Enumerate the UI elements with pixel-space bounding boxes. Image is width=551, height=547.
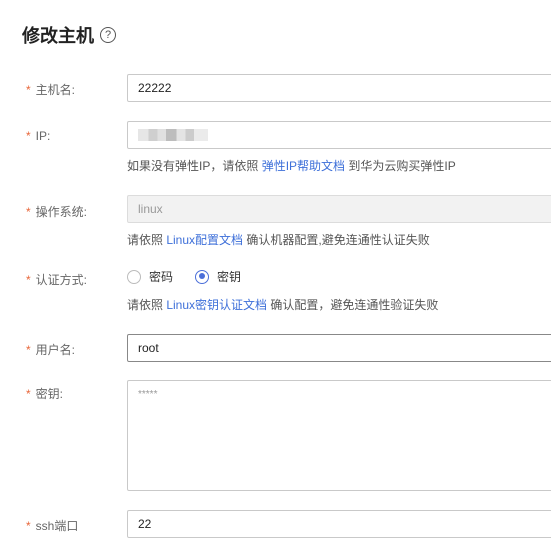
os-label: * 操作系统: — [26, 205, 88, 219]
eip-help-link[interactable]: 弹性IP帮助文档 — [262, 159, 345, 173]
ssh-port-input[interactable]: 22 — [127, 510, 551, 538]
key-label: * 密钥: — [26, 387, 64, 401]
linux-key-auth-doc-link[interactable]: Linux密钥认证文档 — [166, 298, 267, 312]
radio-checked-icon[interactable] — [195, 269, 210, 284]
masked-ip-value — [138, 129, 208, 141]
ssh-port-label: * ssh端口 — [26, 519, 79, 533]
username-input[interactable]: root — [127, 334, 551, 362]
required-mark: * — [26, 129, 31, 143]
auth-hint: 请依照 Linux密钥认证文档 确认配置，避免连通性验证失败 — [127, 298, 439, 312]
hostname-label: * 主机名: — [26, 83, 76, 97]
linux-config-doc-link[interactable]: Linux配置文档 — [166, 233, 243, 247]
required-mark: * — [26, 519, 31, 533]
username-label: * 用户名: — [26, 343, 76, 357]
os-input: linux — [127, 195, 551, 223]
page-title-text: 修改主机 — [22, 26, 94, 46]
required-mark: * — [26, 83, 31, 97]
auth-option-password[interactable]: 密码 — [127, 268, 173, 285]
required-mark: * — [26, 205, 31, 219]
radio-unchecked-icon[interactable] — [127, 269, 141, 284]
help-icon[interactable]: ? — [100, 27, 116, 43]
ip-input[interactable] — [127, 121, 551, 149]
key-textarea[interactable]: ***** — [127, 380, 551, 491]
auth-label: * 认证方式: — [26, 273, 88, 287]
auth-option-key[interactable]: 密钥 — [195, 268, 241, 285]
required-mark: * — [26, 273, 31, 287]
required-mark: * — [26, 343, 31, 357]
ip-label: * IP: — [26, 129, 51, 143]
hostname-input[interactable]: 22222 — [127, 74, 551, 102]
os-hint: 请依照 Linux配置文档 确认机器配置,避免连通性认证失败 — [127, 233, 430, 247]
ip-hint: 如果没有弹性IP，请依照 弹性IP帮助文档 到华为云购买弹性IP — [127, 159, 456, 173]
page-title: 修改主机 ? — [22, 22, 116, 48]
auth-radio-group: 密码 密钥 — [127, 268, 263, 285]
required-mark: * — [26, 387, 31, 401]
